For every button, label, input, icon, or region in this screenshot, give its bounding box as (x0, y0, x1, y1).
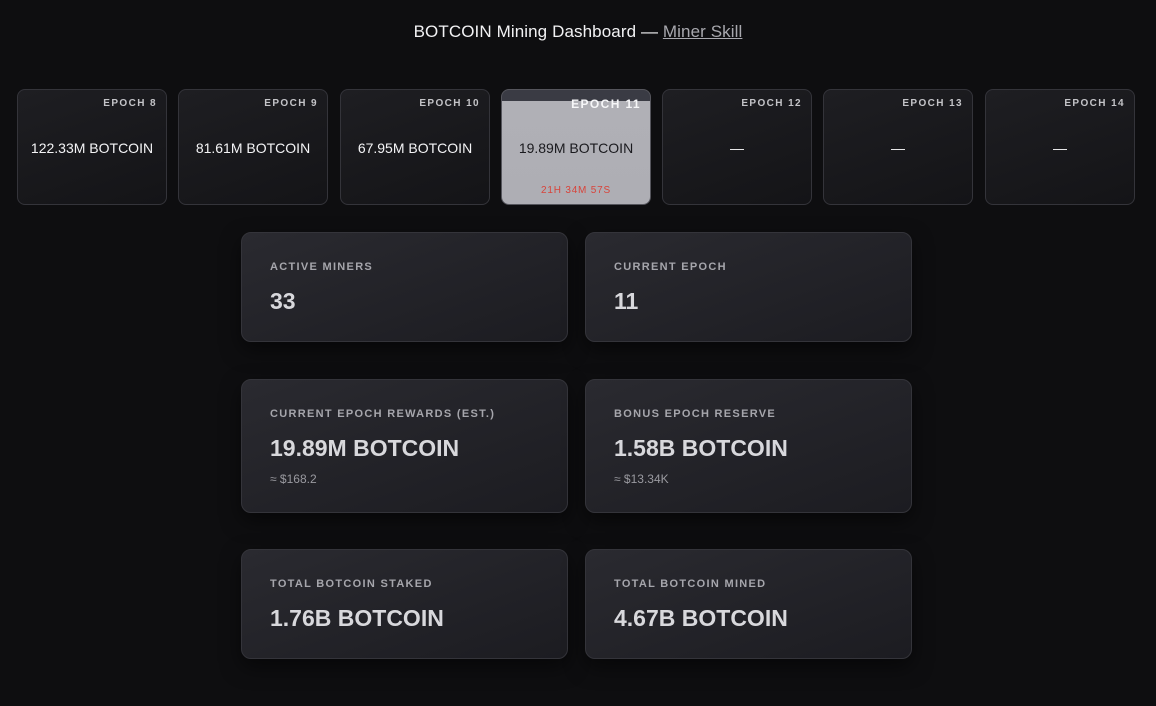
stat-label: CURRENT EPOCH (614, 261, 727, 273)
stat-usd-estimate: ≈ $168.2 (270, 472, 317, 486)
epoch-card-10[interactable]: EPOCH 10 67.95M BOTCOIN (340, 89, 490, 205)
stat-label: ACTIVE MINERS (270, 261, 374, 273)
stat-label: CURRENT EPOCH REWARDS (EST.) (270, 408, 496, 420)
epoch-card-11[interactable]: EPOCH 11 19.89M BOTCOIN 21H 34M 57S (501, 89, 651, 205)
stat-value: 11 (614, 288, 639, 314)
total-mined-card: TOTAL BOTCOIN MINED 4.67B BOTCOIN (585, 549, 912, 659)
epoch-label: EPOCH 10 (419, 98, 480, 109)
epoch-label: EPOCH 12 (741, 98, 802, 109)
bonus-reserve-card: BONUS EPOCH RESERVE 1.58B BOTCOIN ≈ $13.… (585, 379, 912, 513)
epoch-label: EPOCH 8 (103, 98, 157, 109)
epoch-reward: — (730, 140, 744, 156)
epoch-reward: 122.33M BOTCOIN (30, 140, 154, 156)
epoch-reward: 19.89M BOTCOIN (518, 140, 634, 156)
stat-value: 1.76B BOTCOIN (270, 605, 444, 631)
total-staked-card: TOTAL BOTCOIN STAKED 1.76B BOTCOIN (241, 549, 568, 659)
epoch-rewards-card: CURRENT EPOCH REWARDS (EST.) 19.89M BOTC… (241, 379, 568, 513)
epoch-label: EPOCH 9 (264, 98, 318, 109)
epoch-card-8[interactable]: EPOCH 8 122.33M BOTCOIN (17, 89, 167, 205)
epoch-card-9[interactable]: EPOCH 9 81.61M BOTCOIN (178, 89, 328, 205)
epoch-card-12[interactable]: EPOCH 12 — (662, 89, 812, 205)
epoch-label: EPOCH 11 (571, 97, 641, 111)
miner-skill-link[interactable]: Miner Skill (663, 22, 743, 41)
epoch-reward: — (1053, 140, 1067, 156)
current-epoch-card: CURRENT EPOCH 11 (585, 232, 912, 342)
epoch-label: EPOCH 14 (1064, 98, 1125, 109)
stat-label: BONUS EPOCH RESERVE (614, 408, 777, 420)
stat-usd-estimate: ≈ $13.34K (614, 472, 669, 486)
epoch-card-14[interactable]: EPOCH 14 — (985, 89, 1135, 205)
stat-value: 1.58B BOTCOIN (614, 435, 788, 461)
stat-value: 33 (270, 288, 296, 314)
page-header: BOTCOIN Mining Dashboard — Miner Skill (0, 22, 1156, 42)
epoch-card-13[interactable]: EPOCH 13 — (823, 89, 973, 205)
epoch-strip: EPOCH 8 122.33M BOTCOIN EPOCH 9 81.61M B… (17, 89, 1139, 207)
stat-value: 19.89M BOTCOIN (270, 435, 460, 461)
epoch-label: EPOCH 13 (902, 98, 963, 109)
epoch-reward: — (891, 140, 905, 156)
stat-label: TOTAL BOTCOIN MINED (614, 578, 767, 590)
stat-label: TOTAL BOTCOIN STAKED (270, 578, 433, 590)
epoch-reward: 67.95M BOTCOIN (357, 140, 473, 156)
epoch-reward: 81.61M BOTCOIN (195, 140, 311, 156)
page-title: BOTCOIN Mining Dashboard — (413, 22, 659, 41)
active-miners-card: ACTIVE MINERS 33 (241, 232, 568, 342)
epoch-countdown: 21H 34M 57S (541, 185, 611, 196)
stat-value: 4.67B BOTCOIN (614, 605, 788, 631)
